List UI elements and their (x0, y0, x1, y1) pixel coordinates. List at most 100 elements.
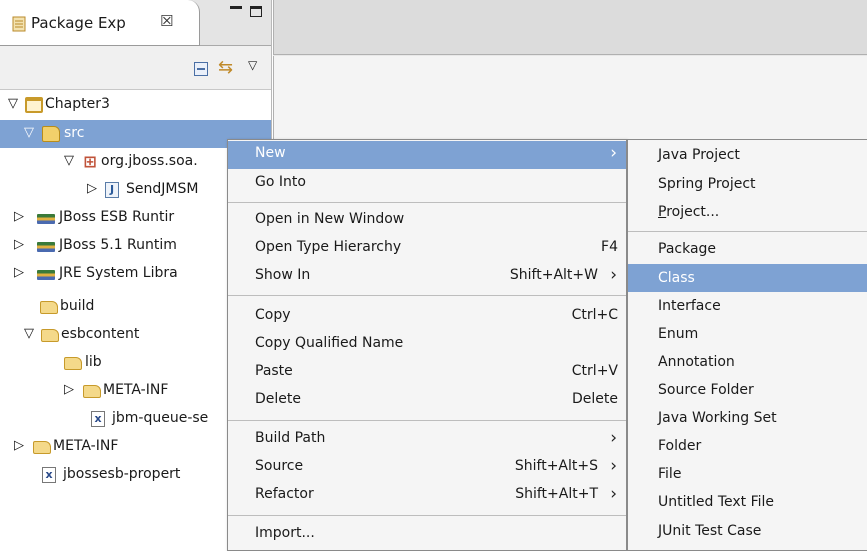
library-icon (37, 270, 55, 280)
submenu-item-junit-test-case[interactable]: JUnit Test Case (628, 517, 867, 545)
expand-arrow-icon[interactable]: ▷ (14, 438, 24, 453)
submenu-item-project[interactable]: Project... (628, 198, 867, 226)
menu-item-build-path[interactable]: Build Path › (228, 426, 626, 454)
shortcut-label: Ctrl+C (571, 307, 618, 323)
menu-item-label: Open in New Window (255, 211, 405, 227)
menu-item-copy[interactable]: Copy Ctrl+C (228, 303, 626, 331)
menu-item-label: Open Type Hierarchy (255, 239, 402, 255)
submenu-item-java-project[interactable]: Java Project (628, 141, 867, 169)
expand-arrow-icon[interactable]: ▽ (24, 125, 34, 140)
expand-arrow-icon[interactable]: ▷ (87, 181, 97, 196)
menu-item-label: Go Into (255, 174, 306, 190)
submenu-item-annotation[interactable]: Annotation (628, 348, 867, 376)
menu-item-copy-qualified-name[interactable]: Copy Qualified Name (228, 331, 626, 359)
menu-item-delete[interactable]: Delete Delete (228, 387, 626, 415)
maximize-icon[interactable] (250, 6, 262, 17)
tree-item-label: JBoss 5.1 Runtim (59, 237, 177, 253)
menu-item-import[interactable]: Import... (228, 521, 626, 549)
shortcut-label: Shift+Alt+W (509, 267, 598, 283)
tree-item-label: META-INF (53, 438, 119, 454)
package-explorer-icon (12, 16, 26, 32)
link-with-editor-icon[interactable]: ⇆ (218, 57, 233, 78)
submenu-item-label: Java Project (658, 147, 740, 163)
submenu-item-class[interactable]: Class (628, 264, 867, 292)
tree-item-label: jbossesb-propert (63, 466, 181, 482)
view-menu-icon[interactable]: ▽ (248, 58, 257, 72)
xml-file-icon: x (42, 467, 56, 483)
submenu-item-label: JUnit Test Case (658, 523, 762, 539)
menu-item-open-type-hierarchy[interactable]: Open Type Hierarchy F4 (228, 235, 626, 263)
shortcut-label: Shift+Alt+T (515, 486, 598, 502)
tree-item-label: src (64, 125, 85, 141)
menu-item-refactor[interactable]: Refactor Shift+Alt+T › (228, 482, 626, 510)
xml-file-icon: x (91, 411, 105, 427)
submenu-item-folder[interactable]: Folder (628, 432, 867, 460)
submenu-item-enum[interactable]: Enum (628, 320, 867, 348)
menu-item-label: Delete (255, 391, 301, 407)
java-file-icon: J (105, 182, 119, 198)
menu-separator (228, 420, 626, 421)
expand-arrow-icon[interactable]: ▷ (14, 209, 24, 224)
menu-item-label: Refactor (255, 486, 314, 502)
library-icon (37, 214, 55, 224)
menu-item-new[interactable]: New › (228, 141, 626, 169)
submenu-item-interface[interactable]: Interface (628, 292, 867, 320)
source-folder-icon (42, 126, 60, 142)
menu-item-label: Build Path (255, 430, 326, 446)
folder-icon (83, 385, 101, 398)
folder-icon (41, 329, 59, 342)
chevron-right-icon: › (610, 484, 617, 504)
collapse-all-icon[interactable] (194, 62, 208, 76)
expand-arrow-icon[interactable]: ▽ (64, 153, 74, 168)
menu-item-show-in[interactable]: Show In Shift+Alt+W › (228, 263, 626, 291)
submenu-item-label: Java Working Set (658, 410, 777, 426)
close-icon[interactable]: ☒ (160, 12, 173, 30)
submenu-item-source-folder[interactable]: Source Folder (628, 376, 867, 404)
project-icon (25, 97, 43, 113)
menu-item-label: New (255, 145, 286, 161)
submenu-item-file[interactable]: File (628, 460, 867, 488)
expand-arrow-icon[interactable]: ▽ (8, 96, 18, 111)
submenu-item-java-working-set[interactable]: Java Working Set (628, 404, 867, 432)
submenu-item-label: Annotation (658, 354, 735, 370)
menu-separator (228, 295, 626, 296)
expand-arrow-icon[interactable]: ▷ (14, 265, 24, 280)
menu-item-source[interactable]: Source Shift+Alt+S › (228, 454, 626, 482)
submenu-item-package[interactable]: Package (628, 235, 867, 263)
minimize-icon[interactable] (230, 6, 242, 9)
tab-package-explorer[interactable]: Package Exp ☒ (0, 0, 200, 46)
shortcut-label: Shift+Alt+S (514, 458, 598, 474)
folder-icon (33, 441, 51, 454)
submenu-item-untitled-text-file[interactable]: Untitled Text File (628, 488, 867, 516)
tree-item-label: JBoss ESB Runtir (59, 209, 175, 225)
expand-arrow-icon[interactable]: ▷ (14, 237, 24, 252)
tree-item-label: lib (85, 354, 102, 370)
menu-item-label: Import... (255, 525, 315, 541)
shortcut-label: F4 (601, 239, 618, 255)
view-tab-bar: Package Exp ☒ (0, 0, 271, 46)
package-icon: ⊞ (83, 152, 97, 171)
tree-item-label: Chapter3 (45, 96, 110, 112)
menu-item-label: Show In (255, 267, 311, 283)
expand-arrow-icon[interactable]: ▽ (24, 326, 34, 341)
submenu-item-label: Spring Project (658, 176, 756, 192)
submenu-item-spring-project[interactable]: Spring Project (628, 170, 867, 198)
label-rest: roject... (666, 204, 720, 220)
submenu-item-label: Class (658, 270, 695, 286)
submenu-item-label: Package (658, 241, 717, 257)
menu-item-label: Copy Qualified Name (255, 335, 404, 351)
menu-item-label: Paste (255, 363, 293, 379)
menu-item-go-into[interactable]: Go Into (228, 170, 626, 198)
shortcut-label: Ctrl+V (571, 363, 618, 379)
shortcut-label: Delete (572, 391, 618, 407)
library-icon (37, 242, 55, 252)
expand-arrow-icon[interactable]: ▷ (64, 382, 74, 397)
menu-item-paste[interactable]: Paste Ctrl+V (228, 359, 626, 387)
tree-item-label: META-INF (103, 382, 169, 398)
view-toolbar: ⇆ ▽ (0, 46, 271, 90)
tree-item-chapter3[interactable]: ▽ Chapter3 (0, 91, 271, 119)
submenu-item-label: Source Folder (658, 382, 754, 398)
chevron-right-icon: › (610, 143, 617, 163)
editor-tab-area (273, 0, 867, 55)
menu-item-open-new-window[interactable]: Open in New Window (228, 207, 626, 235)
